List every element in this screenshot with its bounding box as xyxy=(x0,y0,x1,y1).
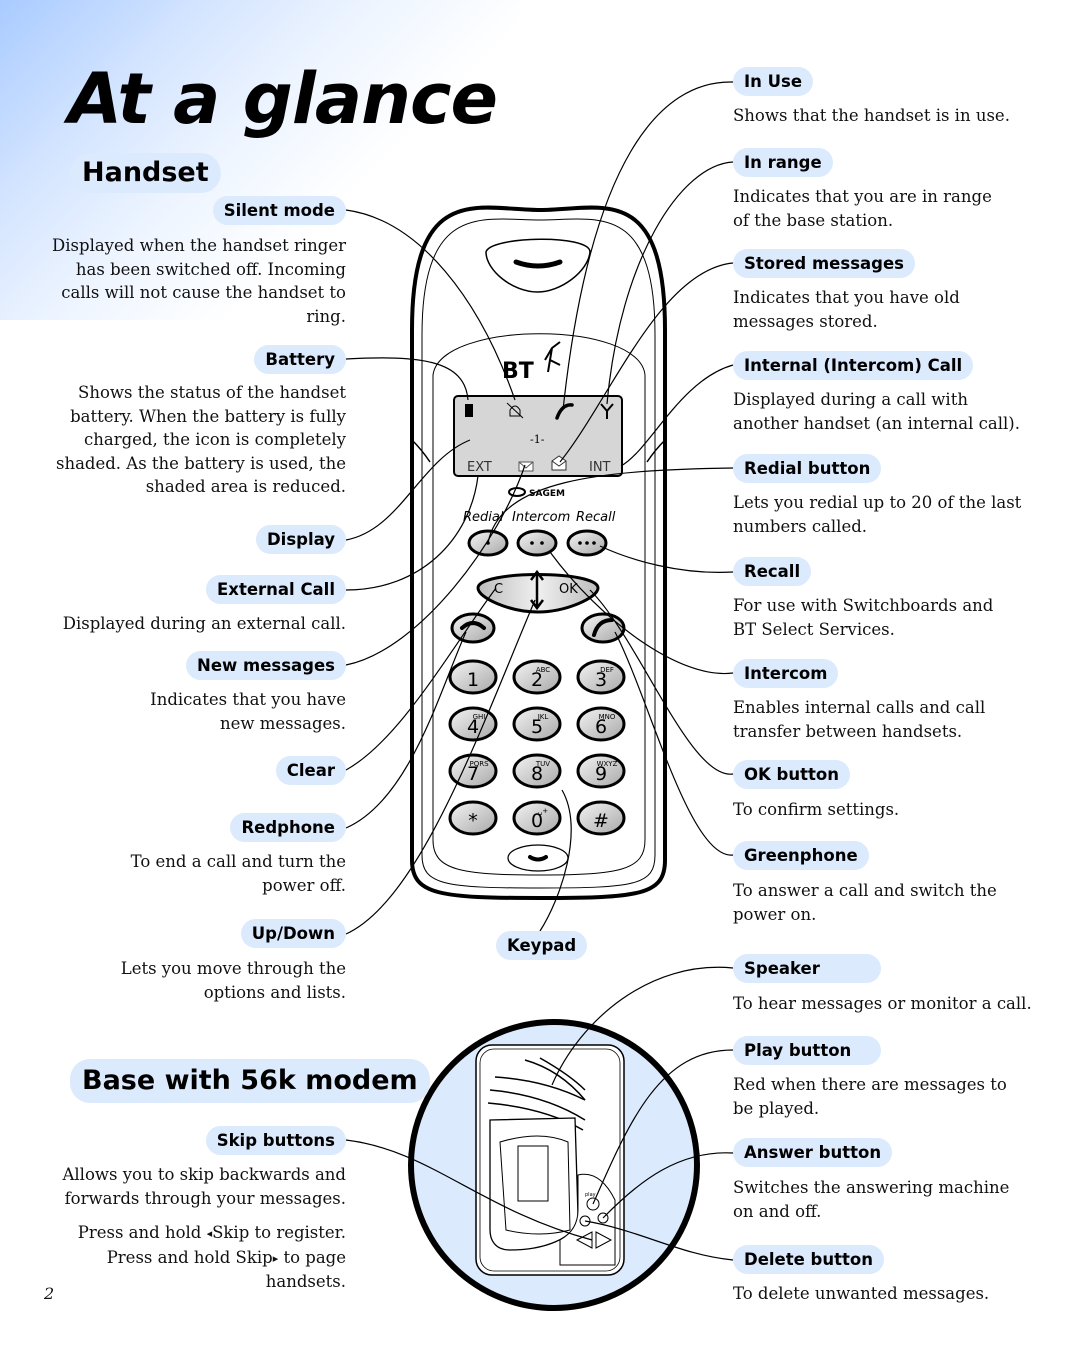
desc-external-call: Displayed during an external call. xyxy=(62,614,346,633)
desc-redphone: To end a call and turn the power off. xyxy=(130,852,346,895)
desc-play-button: Red when there are messages to be played… xyxy=(733,1075,1007,1118)
desc-delete-button: To delete unwanted messages. xyxy=(733,1284,990,1303)
key-3[interactable]: 3DEF xyxy=(576,659,626,695)
key-2[interactable]: 2ABC xyxy=(512,659,562,695)
desc-silent-mode: Displayed when the handset ringer has be… xyxy=(52,236,346,326)
soft-key-label-recall: Recall xyxy=(576,510,616,525)
desc-new-messages: Indicates that you have new messages. xyxy=(150,690,346,733)
label-redial-button: Redial button xyxy=(733,454,882,483)
ok-key[interactable]: OK xyxy=(559,582,578,597)
label-speaker: Speaker xyxy=(733,954,881,983)
page-number: 2 xyxy=(44,1284,55,1303)
desc-in-range: Indicates that you are in range of the b… xyxy=(733,187,992,230)
key-letters: WXYZ xyxy=(597,760,618,768)
key-letters: PQRS xyxy=(469,760,489,768)
label-recall: Recall xyxy=(733,557,812,586)
desc-intercom: Enables internal calls and call transfer… xyxy=(733,698,986,741)
key-8[interactable]: 8TUV xyxy=(512,753,562,789)
sagem-logo: SAGEM xyxy=(529,489,565,499)
label-stored-messages: Stored messages xyxy=(733,249,915,278)
label-internal-call: Internal (Intercom) Call xyxy=(733,351,974,380)
label-skip-buttons: Skip buttons xyxy=(205,1126,346,1155)
desc-stored-messages: Indicates that you have old messages sto… xyxy=(733,288,960,331)
text: Press and hold xyxy=(77,1223,207,1242)
key-letters: MNO xyxy=(599,713,616,721)
desc-skip-buttons: Allows you to skip backwards and forward… xyxy=(62,1165,346,1208)
label-ok-button: OK button xyxy=(733,760,850,789)
desc-greenphone: To answer a call and switch the power on… xyxy=(733,881,997,924)
desc-ok-button: To confirm settings. xyxy=(733,800,900,819)
text: Skip to register. xyxy=(212,1223,346,1242)
label-greenphone: Greenphone xyxy=(733,841,869,870)
handset-illustration: BT -1- EXT INT SAGEM Redial Intercom Rec… xyxy=(410,205,667,901)
desc-speaker: To hear messages or monitor a call. xyxy=(733,994,1032,1013)
label-play-button: Play button xyxy=(733,1036,881,1065)
label-battery: Battery xyxy=(254,345,346,374)
key-star[interactable]: * xyxy=(448,800,498,836)
key-hash[interactable]: # xyxy=(576,800,626,836)
soft-key-label-intercom: Intercom xyxy=(512,510,570,525)
key-digit: * xyxy=(468,810,478,832)
desc-in-use: Shows that the handset is in use. xyxy=(733,106,1010,125)
label-new-messages: New messages xyxy=(186,651,346,680)
redphone-key[interactable] xyxy=(450,612,496,644)
recall-key[interactable] xyxy=(566,529,608,557)
label-in-use: In Use xyxy=(733,67,814,96)
desc-redial-button: Lets you redial up to 20 of the last num… xyxy=(733,493,1022,536)
key-letters: TUV xyxy=(535,760,550,768)
key-5[interactable]: 5JKL xyxy=(512,706,562,742)
key-digit: # xyxy=(593,810,609,832)
label-silent-mode: Silent mode xyxy=(212,196,346,225)
label-keypad: Keypad xyxy=(496,931,588,960)
key-6[interactable]: 6MNO xyxy=(576,706,626,742)
label-redphone: Redphone xyxy=(230,813,346,842)
intercom-key[interactable] xyxy=(516,529,558,557)
key-letters: ␣+ xyxy=(538,807,548,815)
section-heading-base: Base with 56k modem xyxy=(70,1059,430,1103)
key-letters: DEF xyxy=(600,666,614,674)
label-clear: Clear xyxy=(275,756,346,785)
screen-center-text: -1- xyxy=(530,433,545,446)
key-0[interactable]: 0␣+ xyxy=(512,800,562,836)
key-digit: 1 xyxy=(467,669,479,691)
screen-int-label: INT xyxy=(589,460,611,475)
label-up-down: Up/Down xyxy=(240,919,346,948)
text: to page handsets. xyxy=(265,1247,346,1292)
label-in-range: In range xyxy=(733,148,833,177)
desc-recall: For use with Switchboards and BT Select … xyxy=(733,596,994,639)
key-7[interactable]: 7PQRS xyxy=(448,753,498,789)
section-heading-handset: Handset xyxy=(70,153,221,193)
label-answer-button: Answer button xyxy=(733,1138,893,1167)
key-9[interactable]: 9WXYZ xyxy=(576,753,626,789)
battery-icon xyxy=(465,404,473,417)
key-1[interactable]: 1 xyxy=(448,659,498,695)
label-external-call: External Call xyxy=(206,575,346,604)
desc-answer-button: Switches the answering machine on and of… xyxy=(733,1178,1010,1221)
label-intercom: Intercom xyxy=(733,659,839,688)
base-illustration: play xyxy=(408,1019,700,1311)
bt-logo: BT xyxy=(502,359,534,384)
desc-skip-buttons-hold: Press and hold ◂Skip to register. Press … xyxy=(46,1221,346,1294)
screen-ext-label: EXT xyxy=(467,460,492,475)
key-letters: GHI xyxy=(473,713,486,721)
desc-internal-call: Displayed during a call with another han… xyxy=(733,390,1020,433)
key-letters: ABC xyxy=(536,666,550,674)
desc-up-down: Lets you move through the options and li… xyxy=(120,959,346,1002)
text: Press and hold Skip xyxy=(106,1247,273,1267)
key-letters: JKL xyxy=(537,713,549,721)
play-label: play xyxy=(585,1192,596,1198)
page-title: At a glance xyxy=(68,58,498,140)
key-4[interactable]: 4GHI xyxy=(448,706,498,742)
label-delete-button: Delete button xyxy=(733,1245,884,1274)
desc-battery: Shows the status of the handset battery.… xyxy=(55,383,346,496)
label-display: Display xyxy=(255,525,346,554)
